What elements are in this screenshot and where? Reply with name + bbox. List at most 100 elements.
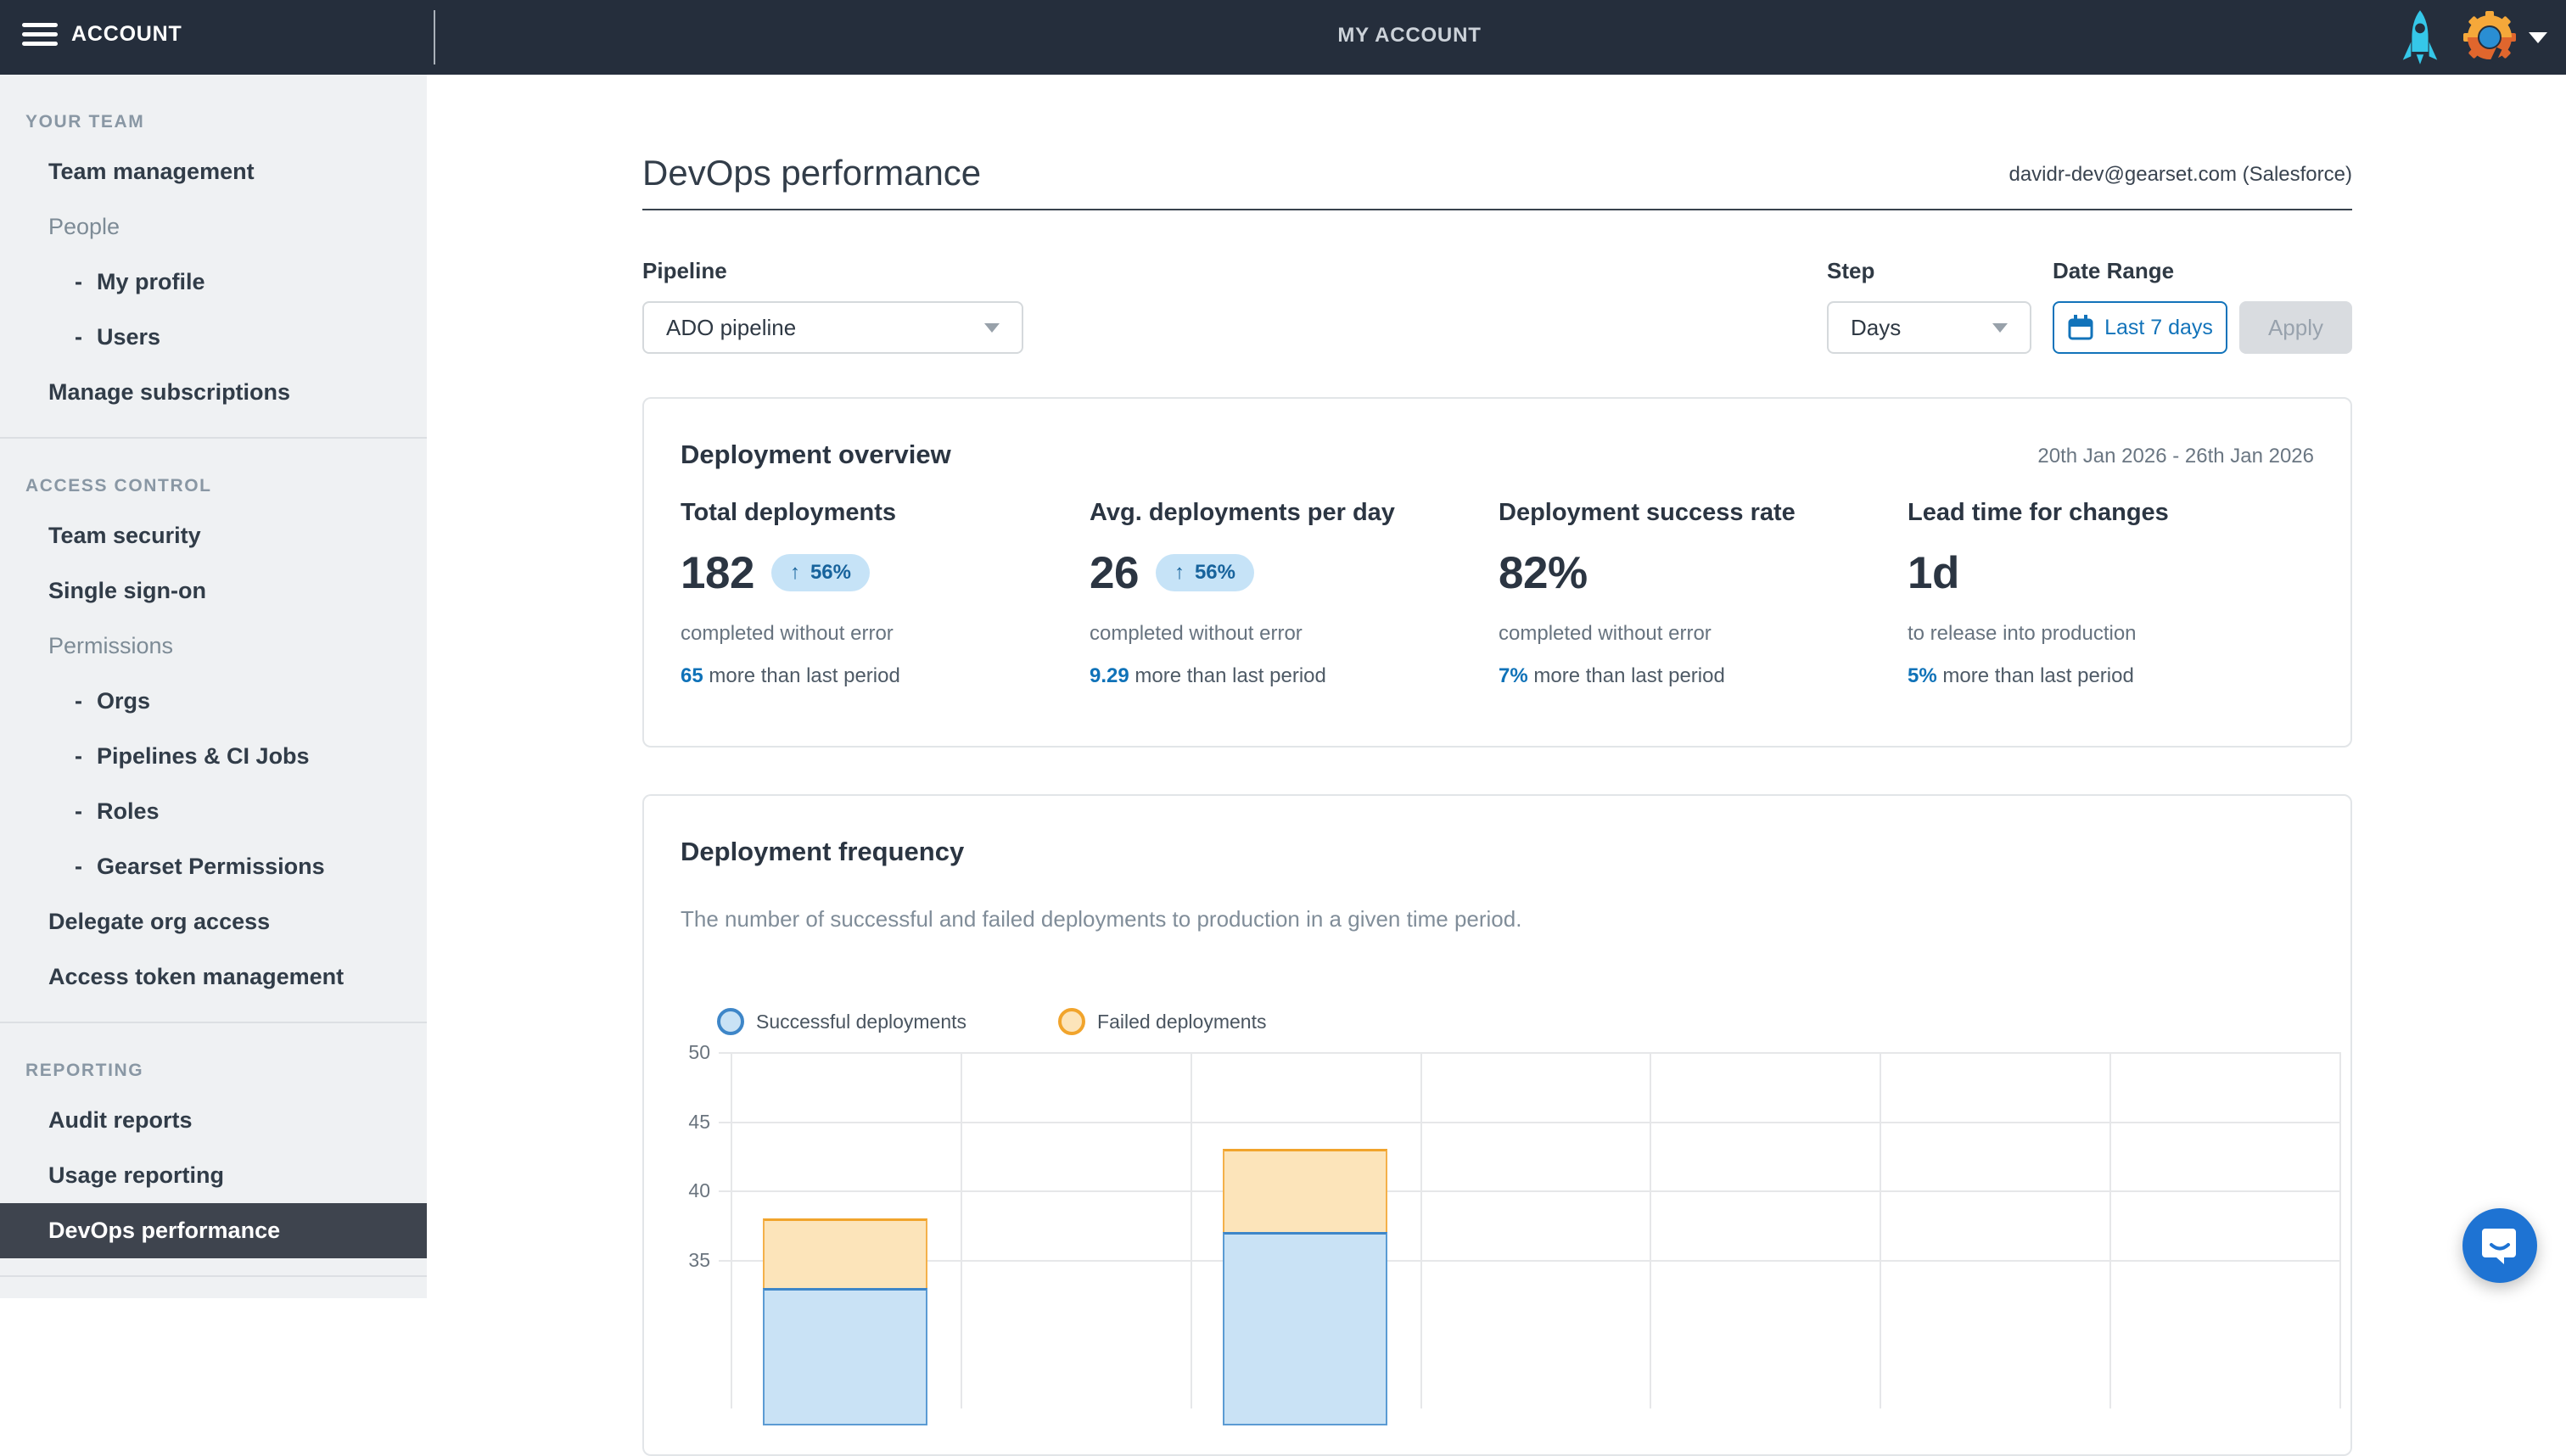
legend-label: Successful deployments xyxy=(756,1011,966,1033)
step-select[interactable]: Days xyxy=(1827,301,2031,354)
metric-value: 1d xyxy=(1908,547,1959,599)
title-divider xyxy=(642,209,2352,210)
pipeline-select-value: ADO pipeline xyxy=(666,315,796,341)
gearset-gear-icon xyxy=(2462,10,2517,64)
metric-title: Deployment success rate xyxy=(1499,499,1908,527)
pipeline-select[interactable]: ADO pipeline xyxy=(642,301,1023,354)
sidebar-item-label: Usage reporting xyxy=(48,1162,224,1188)
sidebar-item-label: DevOps performance xyxy=(48,1218,280,1243)
topbar-brand: ACCOUNT xyxy=(71,22,182,47)
metric-delta-line: 7% more than last period xyxy=(1499,664,1908,688)
deployment-frequency-card: Deployment frequency The number of succe… xyxy=(642,794,2352,1456)
metric-subtitle: completed without error xyxy=(1499,622,1908,646)
deployment-overview-card: Deployment overview 20th Jan 2026 - 26th… xyxy=(642,397,2352,748)
sidebar-item-gearset-permissions[interactable]: -Gearset Permissions xyxy=(0,839,427,894)
dash-bullet: - xyxy=(75,839,97,894)
sidebar-item-audit-reports[interactable]: Audit reports xyxy=(0,1093,427,1148)
metric-delta-line: 65 more than last period xyxy=(681,664,1090,688)
sidebar-item-label: Pipelines & CI Jobs xyxy=(97,743,310,769)
topbar-divider xyxy=(434,10,435,64)
gridline-x-6 xyxy=(2109,1052,2111,1408)
metric-value-row: 182 ↑56% xyxy=(681,547,1090,598)
sidebar-item-usage-reporting[interactable]: Usage reporting xyxy=(0,1148,427,1203)
sidebar-item-label: Orgs xyxy=(97,688,150,714)
sidebar-item-users[interactable]: -Users xyxy=(0,310,427,365)
sidebar-divider xyxy=(0,1275,427,1277)
legend-item-successful-deployments: Successful deployments xyxy=(717,1008,966,1035)
sidebar-section-your-team: YOUR TEAM xyxy=(25,112,427,132)
dash-bullet: - xyxy=(75,784,97,839)
metric-trend-badge: ↑56% xyxy=(1156,554,1254,591)
metric-delta-line: 9.29 more than last period xyxy=(1090,664,1499,688)
sidebar-item-label: Manage subscriptions xyxy=(48,379,290,405)
sidebar-item-my-profile[interactable]: -My profile xyxy=(0,255,427,310)
sidebar-section-reporting: REPORTING xyxy=(25,1061,427,1081)
gridline-x-7 xyxy=(2339,1052,2341,1408)
metric-delta-value: 5% xyxy=(1908,664,1937,687)
badge-value: 56% xyxy=(810,561,851,585)
bar-successful-col1[interactable] xyxy=(763,1288,927,1425)
sidebar-item-access-token-management[interactable]: Access token management xyxy=(0,949,427,1005)
sidebar-item-label: Audit reports xyxy=(48,1107,193,1133)
metric-value: 26 xyxy=(1090,547,1139,599)
topbar: ACCOUNT MY ACCOUNT xyxy=(0,0,2566,75)
calendar-icon xyxy=(2067,314,2094,341)
page-title: DevOps performance xyxy=(642,153,981,193)
sidebar-item-team-security[interactable]: Team security xyxy=(0,508,427,563)
metric-delta-line: 5% more than last period xyxy=(1908,664,2317,688)
gridline-x-4 xyxy=(1650,1052,1651,1408)
hamburger-menu-icon[interactable] xyxy=(22,23,59,52)
gridline-x-2 xyxy=(1191,1052,1192,1408)
metric-subtitle: completed without error xyxy=(1090,622,1499,646)
step-select-value: Days xyxy=(1851,315,1901,341)
sidebar-section-access-control: ACCESS CONTROL xyxy=(25,476,427,496)
sidebar-item-manage-subscriptions[interactable]: Manage subscriptions xyxy=(0,365,427,420)
main-content: DevOps performance davidr-dev@gearset.co… xyxy=(427,75,2566,1298)
sidebar-item-roles[interactable]: -Roles xyxy=(0,784,427,839)
sidebar-item-label: Gearset Permissions xyxy=(97,854,325,879)
sidebar-item-single-sign-on[interactable]: Single sign-on xyxy=(0,563,427,619)
metric-subtitle: completed without error xyxy=(681,622,1090,646)
metric-title: Lead time for changes xyxy=(1908,499,2317,527)
date-range-label: Date Range xyxy=(2053,258,2174,284)
chat-launcher-button[interactable] xyxy=(2462,1208,2537,1283)
chevron-down-icon xyxy=(2529,32,2547,43)
metric-total-deployments: Total deployments182↑56%completed withou… xyxy=(681,499,1090,688)
metric-deployment-success-rate: Deployment success rate82%completed with… xyxy=(1499,499,1908,688)
metric-value-row: 1d xyxy=(1908,547,2317,598)
legend-item-failed-deployments: Failed deployments xyxy=(1058,1008,1266,1035)
dash-bullet: - xyxy=(75,729,97,784)
sidebar-item-devops-performance[interactable]: DevOps performance xyxy=(0,1203,427,1258)
arrow-up-icon: ↑ xyxy=(1174,561,1185,585)
sidebar-item-label: Team management xyxy=(48,159,255,184)
sidebar-item-delegate-org-access[interactable]: Delegate org access xyxy=(0,894,427,949)
step-label: Step xyxy=(1827,258,1874,284)
sidebar-item-orgs[interactable]: -Orgs xyxy=(0,674,427,729)
metric-subtitle: to release into production xyxy=(1908,622,2317,646)
sidebar-item-label: Team security xyxy=(48,523,201,548)
date-range-button[interactable]: Last 7 days xyxy=(2053,301,2227,354)
metrics-row: Total deployments182↑56%completed withou… xyxy=(681,499,2317,688)
legend-dot-icon xyxy=(717,1008,744,1035)
sidebar-item-label: Single sign-on xyxy=(48,578,206,603)
sidebar-item-label: Users xyxy=(97,324,160,350)
rocket-icon[interactable] xyxy=(2401,9,2439,65)
sidebar-item-label: My profile xyxy=(97,269,205,294)
dash-bullet: - xyxy=(75,310,97,365)
sidebar-item-pipelines-ci-jobs[interactable]: -Pipelines & CI Jobs xyxy=(0,729,427,784)
bar-successful-col3[interactable] xyxy=(1223,1232,1387,1425)
sidebar-divider xyxy=(0,1022,427,1023)
metric-delta-value: 7% xyxy=(1499,664,1528,687)
overview-date-range: 20th Jan 2026 - 26th Jan 2026 xyxy=(2037,445,2314,468)
metric-trend-badge: ↑56% xyxy=(771,554,870,591)
metric-value: 182 xyxy=(681,547,754,599)
apply-button[interactable]: Apply xyxy=(2239,301,2352,354)
bar-failed-col3[interactable] xyxy=(1223,1149,1387,1232)
chart-legend: Successful deployments Failed deployments xyxy=(717,1008,1266,1035)
sidebar-item-permissions: Permissions xyxy=(0,619,427,674)
sidebar-item-label: Delegate org access xyxy=(48,909,270,934)
sidebar-item-team-management[interactable]: Team management xyxy=(0,144,427,199)
sidebar-item-people: People xyxy=(0,199,427,255)
bar-failed-col1[interactable] xyxy=(763,1218,927,1288)
gearset-avatar-menu[interactable] xyxy=(2462,10,2547,64)
